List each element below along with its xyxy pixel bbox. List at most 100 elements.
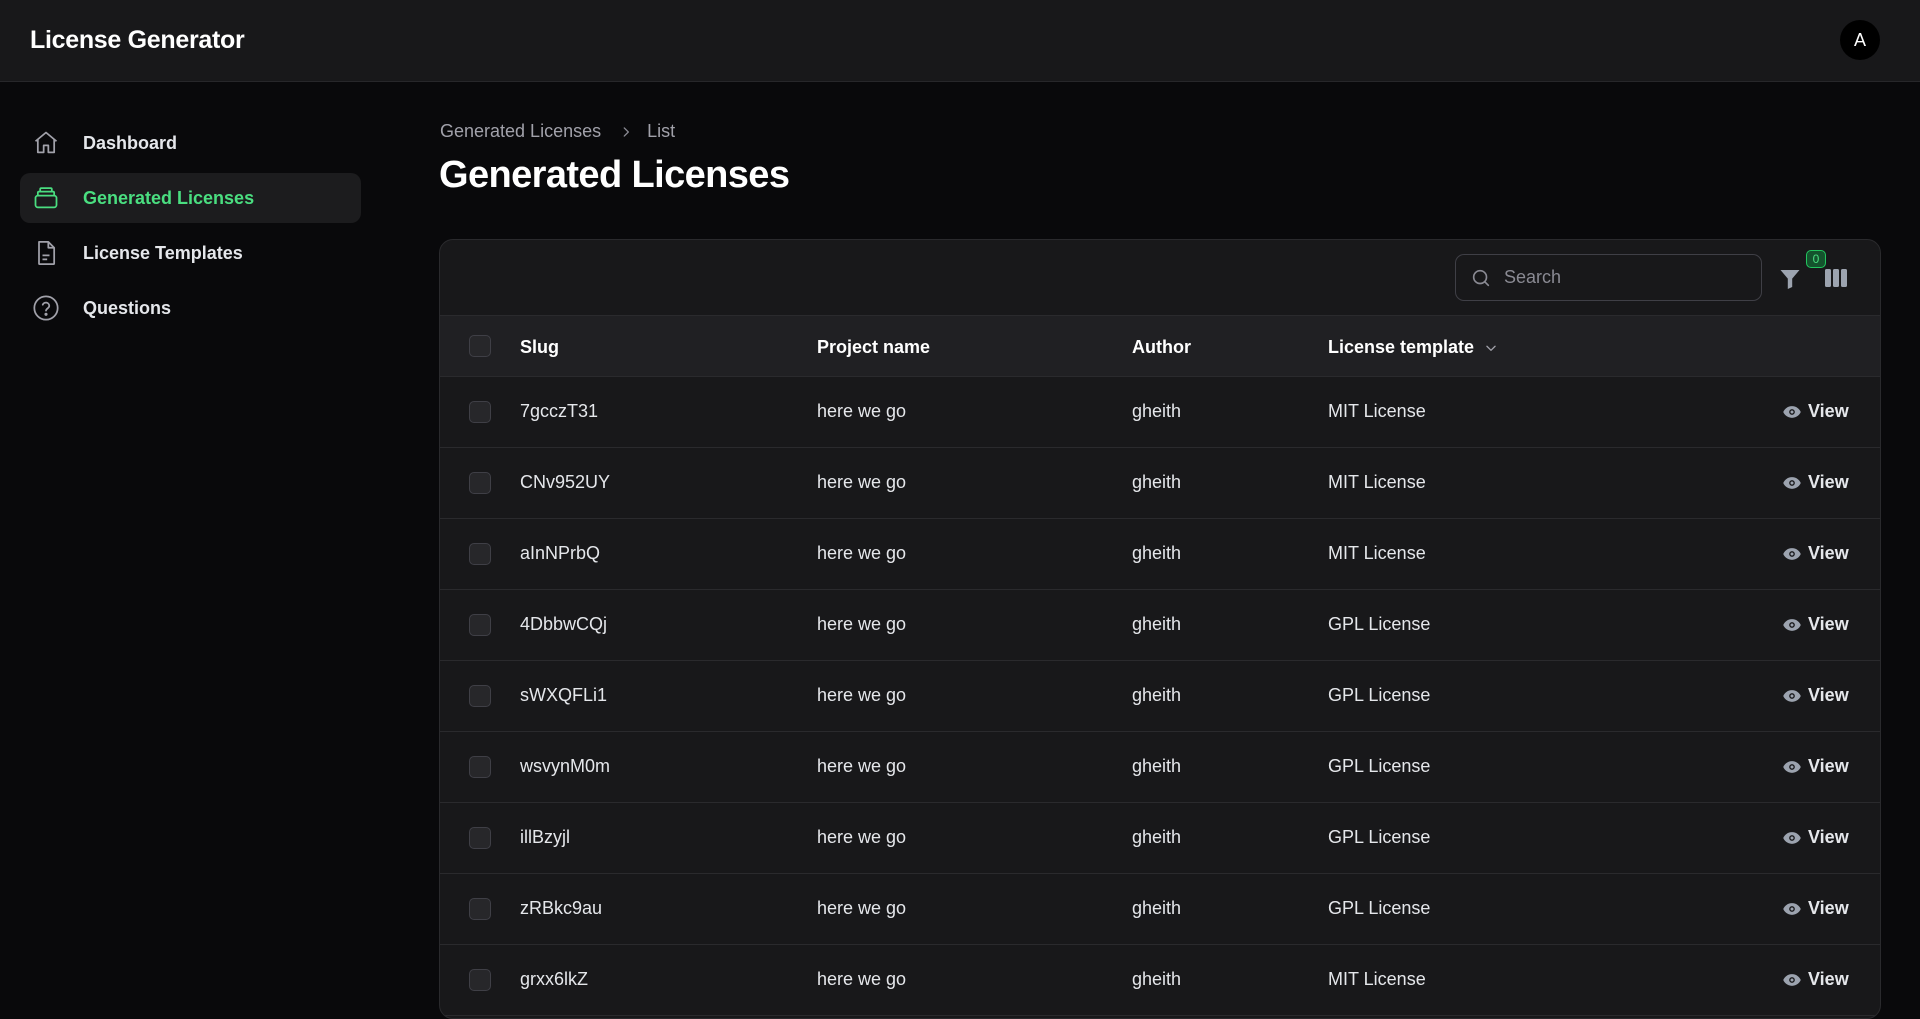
view-button[interactable]: View xyxy=(1782,685,1849,706)
cell-project-name: here we go xyxy=(817,401,907,421)
cell-license-template: GPL License xyxy=(1328,898,1431,918)
cell-author: gheith xyxy=(1132,756,1182,776)
sidebar-item-license-templates[interactable]: License Templates xyxy=(20,228,361,278)
licenses-table: 0 Slug Project name Author License templ… xyxy=(439,239,1881,1019)
cell-slug: CNv952UY xyxy=(520,472,611,492)
column-toggle-button[interactable] xyxy=(1824,267,1850,289)
search-input[interactable] xyxy=(1504,267,1744,288)
column-header-project-name[interactable]: Project name xyxy=(817,337,930,358)
sidebar-item-dashboard[interactable]: Dashboard xyxy=(20,118,361,168)
chevron-down-icon xyxy=(1484,341,1498,355)
row-checkbox[interactable] xyxy=(469,685,491,707)
eye-icon xyxy=(1782,546,1802,562)
view-label: View xyxy=(1808,543,1849,563)
row-checkbox[interactable] xyxy=(469,472,491,494)
breadcrumb-parent-link[interactable]: Generated Licenses xyxy=(440,121,601,142)
eye-icon xyxy=(1782,759,1802,775)
user-avatar[interactable]: A xyxy=(1840,20,1880,60)
cell-author: gheith xyxy=(1132,969,1182,989)
eye-icon xyxy=(1782,688,1802,704)
table-row: sWXQFLi1 here we go gheith GPL License V… xyxy=(440,661,1880,732)
view-label: View xyxy=(1808,614,1849,634)
sidebar-item-label: Questions xyxy=(83,297,172,318)
cell-slug: 7gcczT31 xyxy=(520,401,599,421)
table-row: illBzyjl here we go gheith GPL License V… xyxy=(440,803,1880,874)
table-row: aInNPrbQ here we go gheith MIT License V… xyxy=(440,519,1880,590)
document-icon xyxy=(32,239,60,267)
search-field[interactable] xyxy=(1455,254,1762,301)
sidebar-item-questions[interactable]: Questions xyxy=(20,283,361,333)
eye-icon xyxy=(1782,830,1802,846)
row-checkbox[interactable] xyxy=(469,969,491,991)
cell-slug: grxx6lkZ xyxy=(520,969,589,989)
view-label: View xyxy=(1808,401,1849,421)
view-button[interactable]: View xyxy=(1782,969,1849,990)
view-label: View xyxy=(1808,969,1849,989)
view-button[interactable]: View xyxy=(1782,898,1849,919)
column-header-author[interactable]: Author xyxy=(1132,337,1191,358)
cell-author: gheith xyxy=(1132,472,1182,492)
table-row: zRBkc9au here we go gheith GPL License V… xyxy=(440,874,1880,945)
cell-license-template: MIT License xyxy=(1328,472,1426,492)
column-header-slug[interactable]: Slug xyxy=(520,337,559,358)
cell-slug: illBzyjl xyxy=(520,827,571,847)
view-label: View xyxy=(1808,472,1849,492)
column-header-license-template[interactable]: License template xyxy=(1328,337,1498,358)
view-button[interactable]: View xyxy=(1782,756,1849,777)
table-row: 4DbbwCQj here we go gheith GPL License V… xyxy=(440,590,1880,661)
cell-slug: zRBkc9au xyxy=(520,898,603,918)
cell-author: gheith xyxy=(1132,685,1182,705)
cell-project-name: here we go xyxy=(817,685,907,705)
cell-author: gheith xyxy=(1132,543,1182,563)
row-checkbox[interactable] xyxy=(469,614,491,636)
view-button[interactable]: View xyxy=(1782,827,1849,848)
columns-icon xyxy=(1824,269,1848,293)
table-row: 7gcczT31 here we go gheith MIT License V… xyxy=(440,377,1880,448)
cell-project-name: here we go xyxy=(817,756,907,776)
cell-project-name: here we go xyxy=(817,969,907,989)
sidebar: Dashboard Generated Licenses License Tem… xyxy=(20,118,361,338)
cell-slug: 4DbbwCQj xyxy=(520,614,608,634)
view-button[interactable]: View xyxy=(1782,472,1849,493)
table-row: wsvynM0m here we go gheith GPL License V… xyxy=(440,732,1880,803)
row-checkbox[interactable] xyxy=(469,543,491,565)
view-button[interactable]: View xyxy=(1782,614,1849,635)
sidebar-item-label: Dashboard xyxy=(83,132,178,153)
filter-button[interactable] xyxy=(1778,266,1804,292)
row-checkbox[interactable] xyxy=(469,898,491,920)
eye-icon xyxy=(1782,475,1802,491)
row-checkbox[interactable] xyxy=(469,756,491,778)
funnel-icon xyxy=(1778,270,1802,296)
cell-project-name: here we go xyxy=(817,472,907,492)
view-label: View xyxy=(1808,756,1849,776)
view-button[interactable]: View xyxy=(1782,401,1849,422)
question-circle-icon xyxy=(32,294,60,322)
view-button[interactable]: View xyxy=(1782,543,1849,564)
table-row: CNv952UY here we go gheith MIT License V… xyxy=(440,448,1880,519)
select-all-checkbox[interactable] xyxy=(469,335,491,357)
row-checkbox[interactable] xyxy=(469,827,491,849)
view-label: View xyxy=(1808,685,1849,705)
cell-project-name: here we go xyxy=(817,827,907,847)
stack-icon xyxy=(32,184,60,212)
cell-project-name: here we go xyxy=(817,898,907,918)
cell-license-template: GPL License xyxy=(1328,827,1431,847)
cell-slug: sWXQFLi1 xyxy=(520,685,608,705)
breadcrumb-current: List xyxy=(647,121,676,141)
sidebar-item-generated-licenses[interactable]: Generated Licenses xyxy=(20,173,361,223)
eye-icon xyxy=(1782,404,1802,420)
home-icon xyxy=(32,129,60,157)
eye-icon xyxy=(1782,617,1802,633)
cell-author: gheith xyxy=(1132,827,1182,847)
app-title[interactable]: License Generator xyxy=(30,26,245,55)
cell-slug: aInNPrbQ xyxy=(520,543,601,563)
search-icon xyxy=(1470,267,1492,289)
cell-author: gheith xyxy=(1132,614,1182,634)
column-header-label: License template xyxy=(1328,337,1475,357)
table-row: grxx6lkZ here we go gheith MIT License V… xyxy=(440,945,1880,1016)
row-checkbox[interactable] xyxy=(469,401,491,423)
cell-author: gheith xyxy=(1132,898,1182,918)
sidebar-item-label: License Templates xyxy=(83,242,243,263)
cell-author: gheith xyxy=(1132,401,1182,421)
cell-license-template: GPL License xyxy=(1328,685,1431,705)
